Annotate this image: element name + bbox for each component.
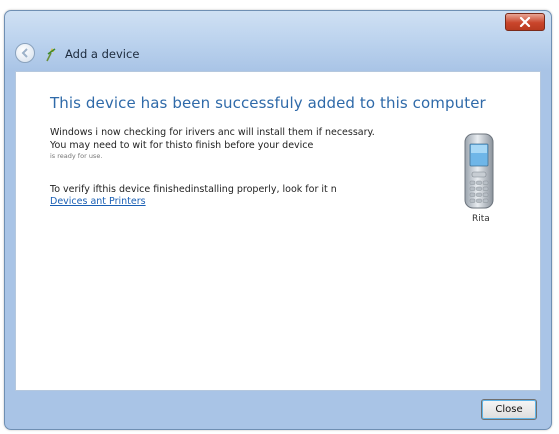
- wizard-header: Add a device: [5, 37, 551, 71]
- status-message: Windows i now checking for irivers anc w…: [50, 126, 380, 161]
- page-heading: This device has been successfuly added t…: [50, 94, 486, 112]
- close-button[interactable]: Close: [481, 399, 537, 420]
- close-x-icon: [519, 17, 531, 27]
- add-device-wizard-icon: [46, 48, 56, 62]
- status-message-text: Windows i now checking for irivers anc w…: [50, 127, 375, 151]
- verify-message-text: To verify ifthis device finishedinstalli…: [50, 184, 337, 195]
- dialog-window: Add a device This device has been succes…: [4, 10, 552, 430]
- window-close-button[interactable]: [505, 13, 545, 31]
- back-arrow-icon: [21, 48, 28, 58]
- dialog-footer: Close: [5, 391, 551, 431]
- back-button[interactable]: [15, 43, 35, 63]
- wizard-title: Add a device: [65, 47, 140, 61]
- content-panel: This device has been successfuly added t…: [15, 71, 541, 391]
- device-label: Rita: [472, 214, 490, 224]
- devices-and-printers-link[interactable]: Devices ant Printers: [50, 196, 380, 208]
- verify-message: To verify ifthis device finishedinstalli…: [50, 184, 380, 208]
- status-message-small: is ready for use.: [50, 152, 103, 160]
- mobile-phone-icon: [464, 133, 494, 209]
